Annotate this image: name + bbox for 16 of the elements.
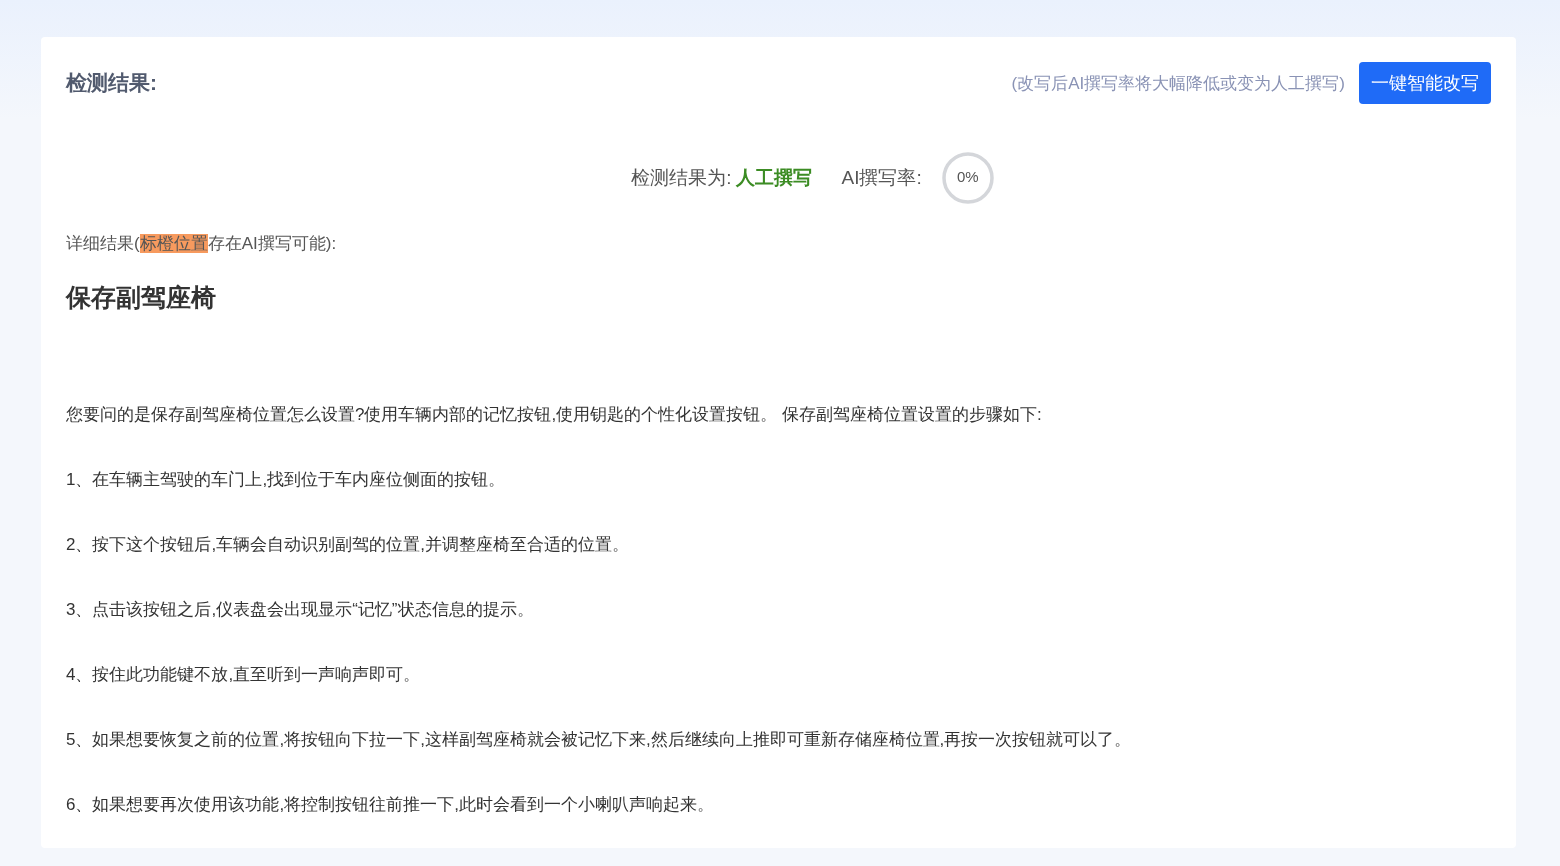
article-paragraph: 4、按住此功能键不放,直至听到一声响声即可。 bbox=[66, 664, 422, 686]
rewrite-hint: (改写后AI撰写率将大幅降低或变为人工撰写) bbox=[1011, 72, 1345, 95]
article-paragraph: 3、点击该按钮之后,仪表盘会出现显示“记忆”状态信息的提示。 bbox=[66, 599, 535, 621]
article-title: 保存副驾座椅 bbox=[66, 282, 217, 313]
section-title: 检测结果: bbox=[66, 70, 157, 96]
article-paragraph: 6、如果想要再次使用该功能,将控制按钮往前推一下,此时会看到一个小喇叭声响起来。 bbox=[66, 794, 715, 816]
result-value: 人工撰写 bbox=[735, 166, 812, 190]
rate-value: 0% bbox=[955, 168, 980, 185]
rate-label: AI撰写率: bbox=[841, 166, 922, 190]
article-paragraph: 1、在车辆主驾驶的车门上,找到位于车内座位侧面的按钮。 bbox=[66, 469, 507, 491]
article-paragraph: 5、如果想要恢复之前的位置,将按钮向下拉一下,这样副驾座椅就会被记忆下来,然后继续向上推即可重新存储座椅位置,再按一次按钮就可以了。 bbox=[66, 729, 1133, 751]
result-label: 检测结果为: bbox=[631, 166, 732, 190]
rate-ring bbox=[939, 150, 996, 206]
article-paragraph: 2、按下这个按钮后,车辆会自动识别副驾的位置,并调整座椅至合适的位置。 bbox=[66, 534, 630, 556]
article-paragraph: 您要问的是保存副驾座椅位置怎么设置?使用车辆内部的记忆按钮,使用钥匙的个性化设置按钮。 保存副驾座椅位置设置的步骤如下: bbox=[66, 404, 1043, 426]
smart-rewrite-button[interactable]: 一键智能改写 bbox=[1359, 62, 1491, 104]
